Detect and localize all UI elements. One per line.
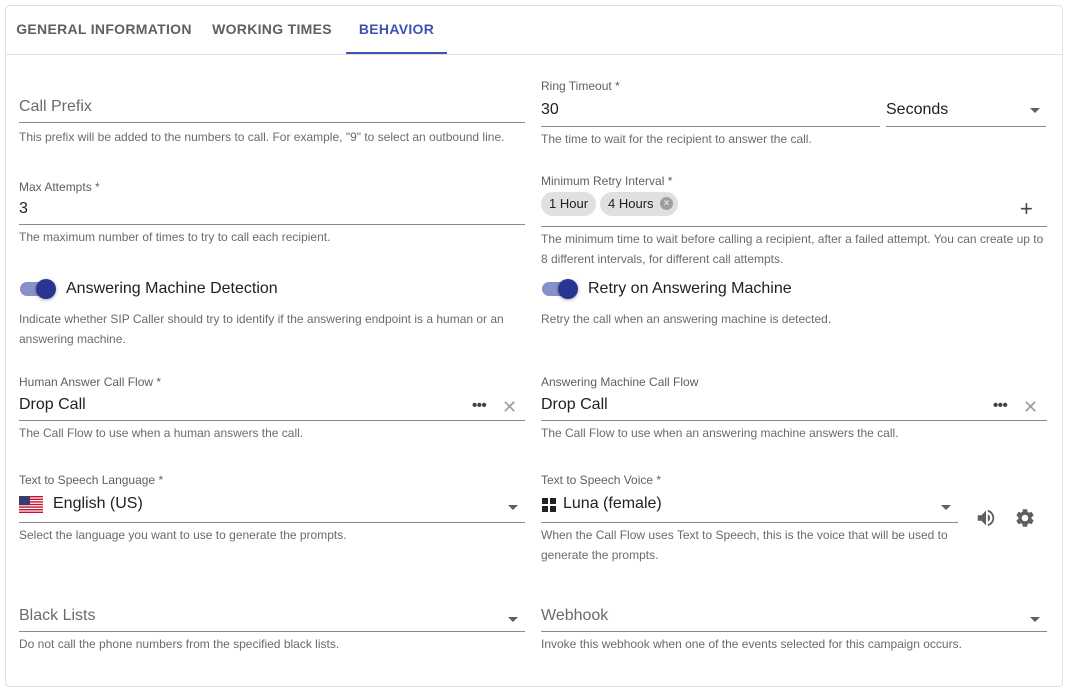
windows-icon [542, 498, 556, 512]
chevron-down-icon[interactable] [1030, 617, 1040, 622]
tts-language-help: Select the language you want to use to g… [19, 528, 347, 542]
tts-language-label: Text to Speech Language * [19, 473, 164, 487]
min-retry-interval-label: Minimum Retry Interval * [541, 174, 673, 188]
chevron-down-icon[interactable] [508, 617, 518, 622]
chevron-down-icon[interactable] [508, 505, 518, 510]
min-retry-interval-help: The minimum time to wait before calling … [541, 232, 1044, 266]
answering-machine-call-flow-underline [541, 420, 1047, 421]
interval-chip[interactable]: 4 Hours × [600, 192, 678, 216]
webhook-select[interactable]: Webhook [541, 607, 608, 625]
human-answer-call-flow-label: Human Answer Call Flow * [19, 375, 162, 389]
tts-voice-help: When the Call Flow uses Text to Speech, … [541, 528, 948, 562]
ring-timeout-unit-underline [886, 126, 1046, 127]
answering-machine-call-flow-label: Answering Machine Call Flow [541, 375, 699, 389]
tab-bar: GENERAL INFORMATION WORKING TIMES BEHAVI… [6, 6, 1062, 55]
human-answer-call-flow-help: The Call Flow to use when a human answer… [19, 426, 304, 440]
ring-timeout-unit-select[interactable]: Seconds [886, 101, 948, 119]
ring-timeout-help: The time to wait for the recipient to an… [541, 132, 812, 146]
tts-language-underline [19, 522, 525, 523]
chevron-down-icon[interactable] [941, 505, 951, 510]
black-lists-help: Do not call the phone numbers from the s… [19, 637, 340, 651]
min-retry-interval-underline [541, 226, 1047, 227]
answering-machine-call-flow-help: The Call Flow to use when an answering m… [541, 426, 899, 440]
retry-on-answering-machine-switch[interactable] [540, 279, 580, 299]
answering-machine-detection-label: Answering Machine Detection [66, 280, 278, 297]
switch-thumb[interactable] [558, 279, 578, 299]
max-attempts-help: The maximum number of times to try to ca… [19, 230, 331, 244]
active-tab-indicator [346, 52, 447, 54]
tts-voice-label: Text to Speech Voice * [541, 473, 662, 487]
interval-chip-label: 4 Hours [608, 196, 654, 211]
tts-language-value[interactable]: English (US) [53, 495, 143, 513]
tts-voice-value[interactable]: Luna (female) [563, 495, 662, 513]
human-answer-call-flow-underline [19, 420, 525, 421]
voice-settings-gear-icon[interactable] [1014, 507, 1036, 529]
tab-general-information[interactable]: GENERAL INFORMATION [6, 6, 202, 54]
interval-chip[interactable]: 1 Hour [541, 192, 596, 216]
max-attempts-input[interactable]: 3 [19, 200, 28, 218]
more-options-icon[interactable]: ••• [993, 397, 1008, 414]
play-voice-icon[interactable] [975, 507, 997, 529]
max-attempts-underline [19, 224, 525, 225]
black-lists-select[interactable]: Black Lists [19, 607, 95, 625]
call-prefix-input[interactable]: Call Prefix [19, 98, 92, 116]
clear-icon[interactable]: ✕ [1023, 398, 1038, 416]
retry-on-answering-machine-label: Retry on Answering Machine [588, 280, 792, 297]
retry-on-answering-machine-help: Retry the call when an answering machine… [541, 312, 832, 326]
add-icon[interactable]: + [1020, 198, 1033, 220]
tts-voice-underline [541, 522, 958, 523]
answering-machine-detection-switch[interactable] [18, 279, 58, 299]
campaign-settings-card: GENERAL INFORMATION WORKING TIMES BEHAVI… [5, 5, 1063, 687]
more-options-icon[interactable]: ••• [472, 397, 487, 414]
answering-machine-detection-help: Indicate whether SIP Caller should try t… [19, 312, 504, 346]
clear-icon[interactable]: ✕ [502, 398, 517, 416]
chevron-down-icon[interactable] [1030, 108, 1040, 113]
ring-timeout-input[interactable]: 30 [541, 101, 559, 119]
human-answer-call-flow-value[interactable]: Drop Call [19, 396, 86, 414]
call-prefix-help: This prefix will be added to the numbers… [19, 130, 505, 144]
interval-chip-label: 1 Hour [549, 196, 589, 211]
ring-timeout-underline [541, 126, 880, 127]
max-attempts-label: Max Attempts * [19, 180, 100, 194]
switch-thumb[interactable] [36, 279, 56, 299]
chip-delete-icon[interactable]: × [660, 197, 673, 210]
webhook-underline [541, 631, 1047, 632]
ring-timeout-label: Ring Timeout * [541, 79, 620, 93]
call-prefix-underline [19, 122, 525, 123]
tab-working-times[interactable]: WORKING TIMES [202, 6, 342, 54]
webhook-help: Invoke this webhook when one of the even… [541, 637, 962, 651]
tab-behavior[interactable]: BEHAVIOR [346, 6, 447, 54]
answering-machine-call-flow-value[interactable]: Drop Call [541, 396, 608, 414]
us-flag-icon [19, 496, 43, 513]
black-lists-underline [19, 631, 525, 632]
